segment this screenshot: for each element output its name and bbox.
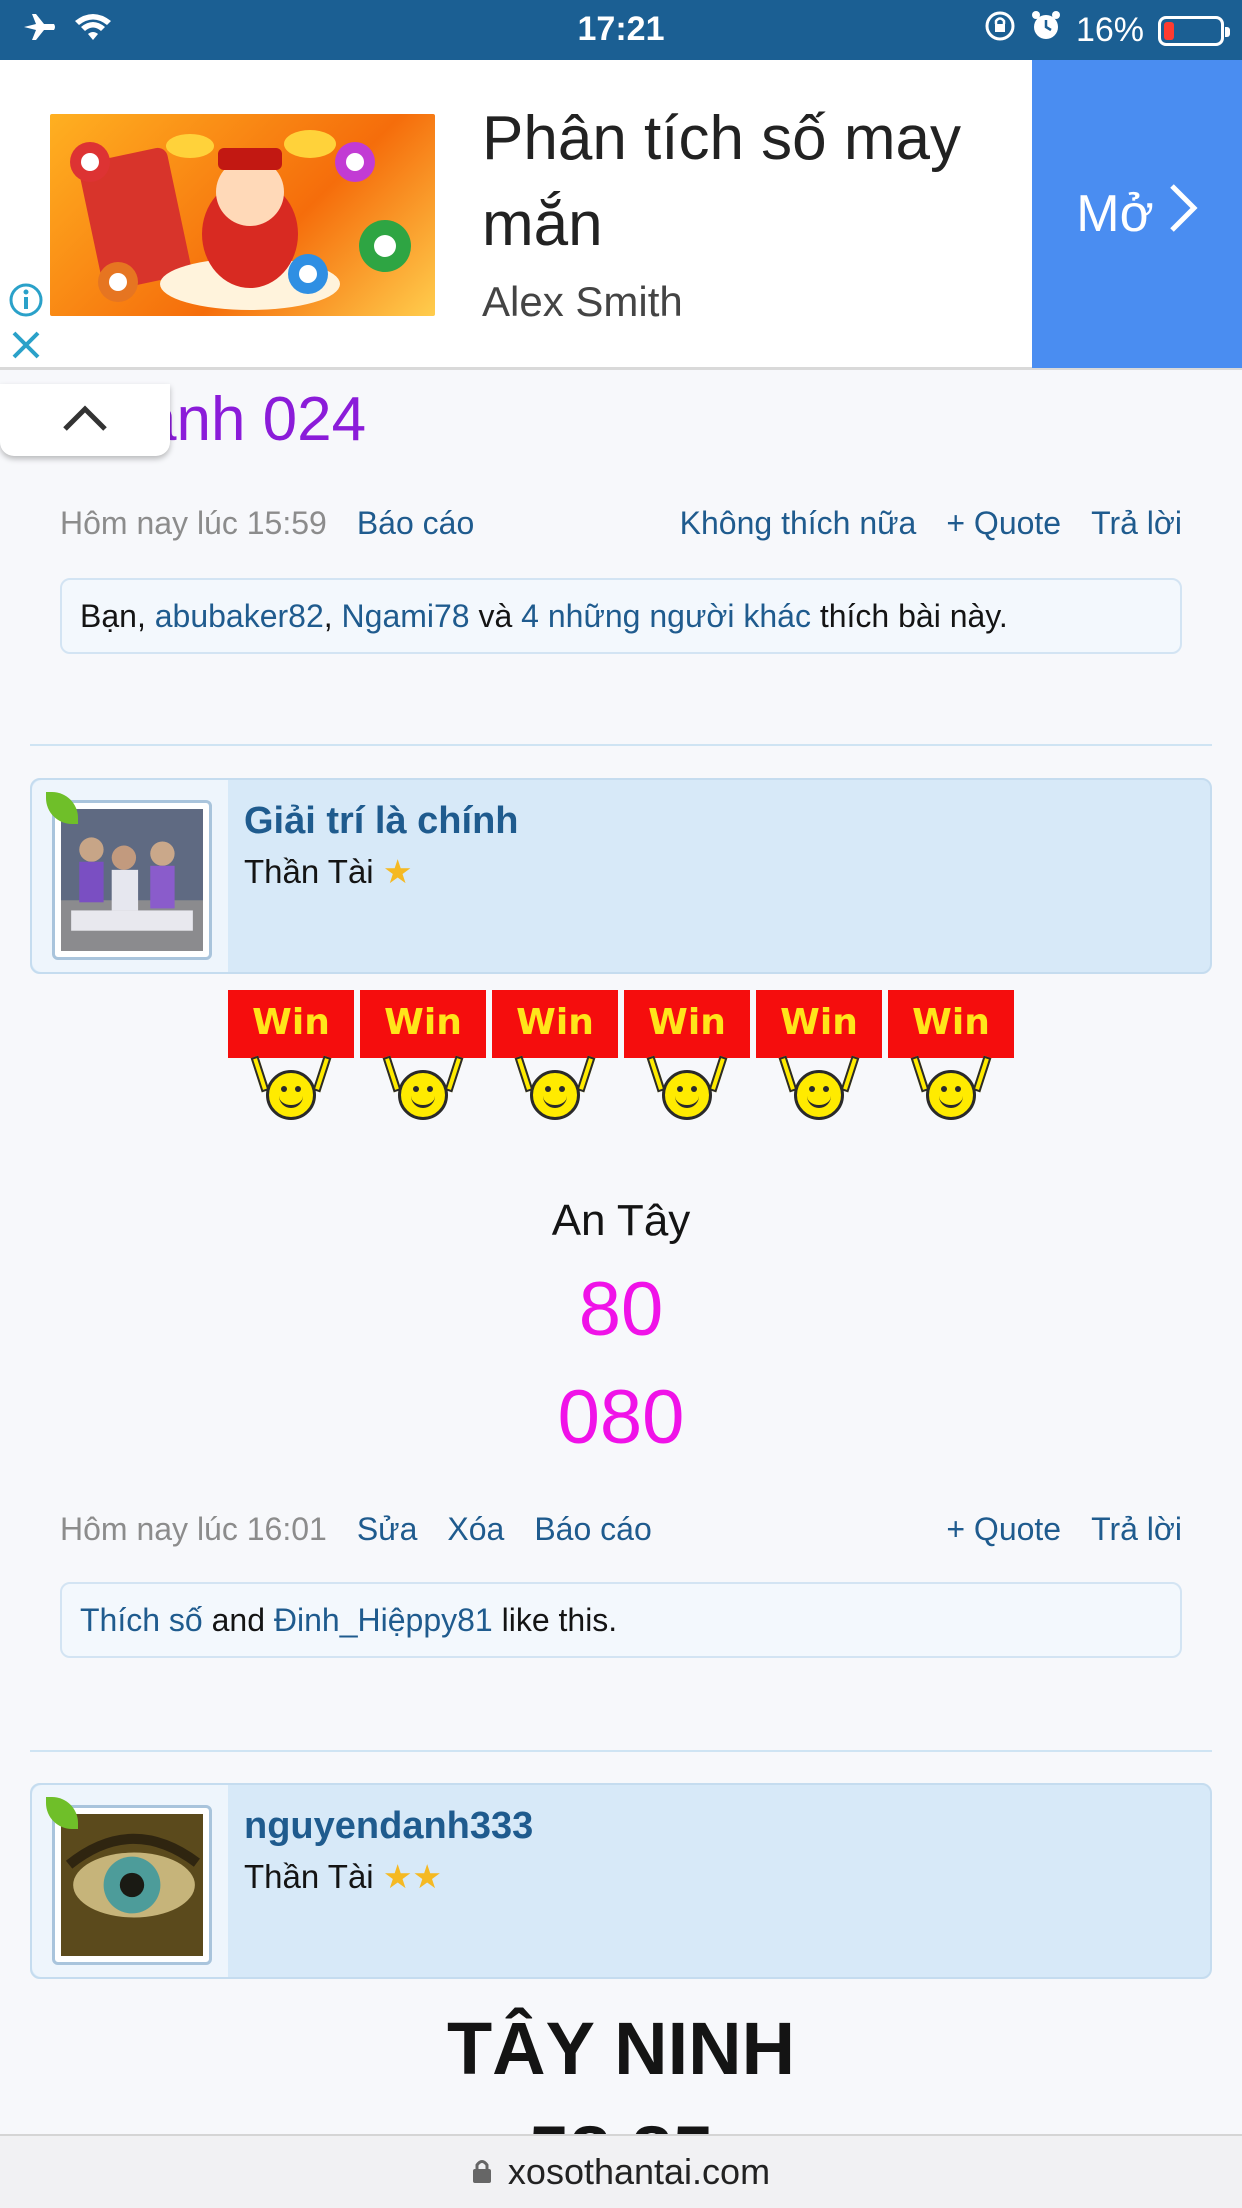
smiley-arm [708, 1055, 728, 1093]
post1-timestamp[interactable]: Hôm nay lúc 15:59 [60, 505, 327, 542]
win-sign-label: Win [360, 990, 486, 1058]
smiley-face-icon [662, 1070, 712, 1120]
smiley-arm [312, 1055, 332, 1093]
post2-quote-link[interactable]: + Quote [946, 1511, 1061, 1548]
post2-reply-link[interactable]: Trả lời [1091, 1511, 1182, 1548]
smiley-arm [972, 1055, 992, 1093]
ad-title[interactable]: Phân tích số may mắn [482, 96, 1002, 268]
chevron-up-icon [62, 404, 108, 437]
avatar-container [32, 1785, 228, 1977]
post3-username[interactable]: nguyendanh333 [244, 1805, 533, 1848]
post3-user-rank: Thần Tài ★★ [244, 1857, 442, 1896]
ad-banner[interactable]: Phân tích số may mắn Alex Smith Mở [0, 60, 1242, 370]
likes-conjunction: and [202, 1602, 274, 1638]
avatar-container [32, 780, 228, 972]
post2-report-link[interactable]: Báo cáo [534, 1511, 651, 1548]
smiley-arm [840, 1055, 860, 1093]
user-rank-label: Thần Tài [244, 853, 374, 890]
liker-link[interactable]: abubaker82 [155, 598, 324, 634]
likes-suffix: thích bài này. [810, 598, 1008, 634]
close-icon[interactable] [10, 328, 42, 368]
win-smileys: Win Win Win Win Win Win [228, 990, 1014, 1130]
win-sign-label: Win [492, 990, 618, 1058]
post3-user-info: nguyendanh333 Thần Tài ★★ [30, 1783, 1212, 1979]
rank-star-icon: ★★ [382, 1858, 442, 1895]
post2-location: An Tây [551, 1196, 691, 1245]
online-leaf-icon [46, 1797, 78, 1829]
win-sign-label: Win [624, 990, 750, 1058]
post3-title: TÂY NINH [446, 2007, 796, 2090]
likes-suffix: like this. [492, 1602, 618, 1638]
post-divider [30, 744, 1212, 746]
post1-unlike-link[interactable]: Không thích nữa [680, 505, 917, 542]
win-smiley: Win [756, 990, 882, 1130]
ad-author: Alex Smith [482, 278, 683, 325]
other-likers-link[interactable]: 4 những người khác [521, 598, 811, 634]
lock-icon [472, 2151, 492, 2193]
win-sign-label: Win [888, 990, 1014, 1058]
win-sign-label: Win [228, 990, 354, 1058]
ad-image[interactable] [50, 114, 435, 316]
post2-likes-summary: Thích số and Đinh_Hiệppy81 like this. [60, 1582, 1182, 1658]
battery-percent: 16% [1075, 11, 1144, 49]
post-divider [30, 1750, 1212, 1752]
thread-title-fragment: anh 024 [142, 385, 367, 454]
post2-number-1: 80 [578, 1267, 664, 1352]
post2-delete-link[interactable]: Xóa [447, 1511, 504, 1548]
url-text[interactable]: xosothantai.com [508, 2151, 770, 2193]
post1-quote-link[interactable]: + Quote [946, 505, 1061, 542]
avatar[interactable] [52, 1805, 212, 1965]
chevron-right-icon [1168, 182, 1198, 247]
battery-icon [1158, 15, 1230, 46]
post1-likes-summary: Bạn, abubaker82, Ngami78 và 4 những ngườ… [60, 578, 1182, 654]
smiley-face-icon [398, 1070, 448, 1120]
likes-prefix: Bạn, [80, 598, 155, 634]
post2-edit-link[interactable]: Sửa [357, 1511, 418, 1548]
smiley-face-icon [266, 1070, 316, 1120]
status-bar: 17:21 16% [0, 0, 1242, 60]
win-smiley: Win [624, 990, 750, 1130]
smiley-face-icon [530, 1070, 580, 1120]
post2-actions: Hôm nay lúc 16:01 Sửa Xóa Báo cáo + Quot… [60, 1511, 1182, 1548]
post2-number-2: 080 [557, 1375, 685, 1460]
win-smiley: Win [888, 990, 1014, 1130]
post2-user-info: Giải trí là chính Thần Tài ★ [30, 778, 1212, 974]
info-icon[interactable] [8, 282, 44, 323]
rotation-lock-icon [984, 10, 1016, 51]
liker-link[interactable]: Ngami78 [342, 598, 470, 634]
browser-url-bar[interactable]: xosothantai.com [0, 2134, 1242, 2208]
post2-timestamp[interactable]: Hôm nay lúc 16:01 [60, 1511, 327, 1548]
smiley-face-icon [926, 1070, 976, 1120]
win-sign-label: Win [756, 990, 882, 1058]
win-smiley: Win [492, 990, 618, 1130]
ad-open-button[interactable]: Mở [1032, 60, 1242, 368]
liker-link[interactable]: Thích số [80, 1602, 203, 1638]
post1-actions: Hôm nay lúc 15:59 Báo cáo Không thích nữ… [60, 505, 1182, 542]
liker-link[interactable]: Đinh_Hiệppy81 [274, 1602, 493, 1638]
avatar[interactable] [52, 800, 212, 960]
win-smiley: Win [228, 990, 354, 1130]
online-leaf-icon [46, 792, 78, 824]
collapse-ad-button[interactable] [0, 384, 170, 456]
user-rank-label: Thần Tài [244, 1858, 374, 1895]
smiley-face-icon [794, 1070, 844, 1120]
post2-user-rank: Thần Tài ★ [244, 852, 412, 891]
smiley-arm [576, 1055, 596, 1093]
post2-username[interactable]: Giải trí là chính [244, 800, 519, 843]
ad-open-label: Mở [1076, 185, 1154, 243]
smiley-arm [444, 1055, 464, 1093]
alarm-icon [1030, 10, 1062, 51]
likes-conjunction: và [469, 598, 522, 634]
win-smiley: Win [360, 990, 486, 1130]
rank-star-icon: ★ [382, 853, 413, 890]
post1-reply-link[interactable]: Trả lời [1091, 505, 1182, 542]
post1-report-link[interactable]: Báo cáo [357, 505, 474, 542]
likes-separator: , [323, 598, 342, 634]
